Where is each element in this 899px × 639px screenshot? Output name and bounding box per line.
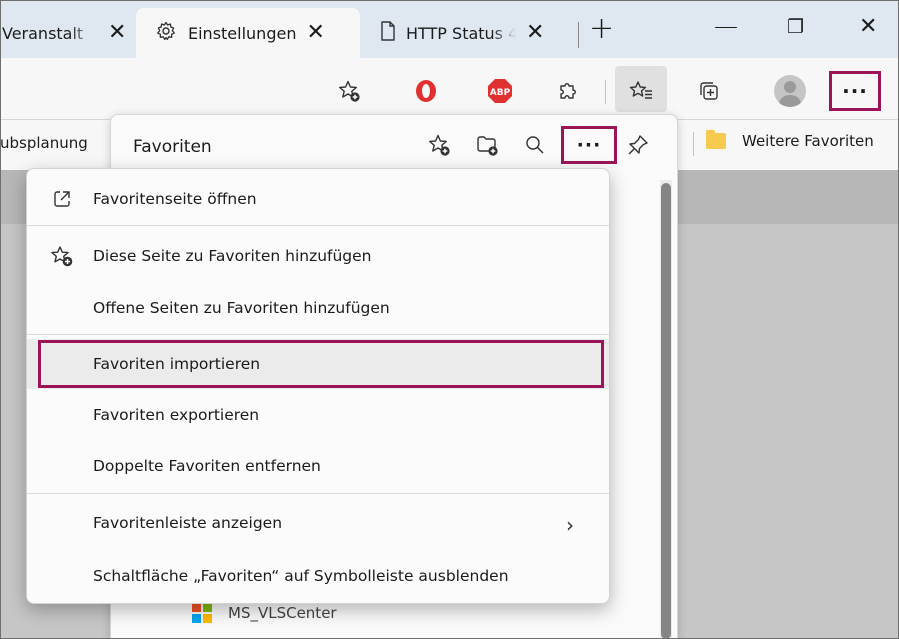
folder-icon: [706, 130, 726, 149]
menu-item-add-page[interactable]: Diese Seite zu Favoriten hinzufügen: [27, 231, 609, 281]
other-favorites-label: Weitere Favoriten: [742, 132, 874, 150]
new-tab-button[interactable]: +: [589, 14, 614, 44]
menu-item-show-favorites-bar[interactable]: Favoritenleiste anzeigen: [27, 498, 609, 548]
tab-einstellungen[interactable]: Einstellungen ✕: [136, 8, 360, 58]
pin-icon[interactable]: [623, 130, 653, 160]
toolbar-divider: [605, 80, 606, 104]
settings-more-button[interactable]: ···: [829, 71, 881, 111]
add-favorite-icon[interactable]: [424, 130, 454, 160]
opera-extension-icon[interactable]: [409, 74, 443, 108]
gear-icon: [156, 21, 176, 45]
minimize-button[interactable]: —: [714, 14, 738, 38]
chevron-right-icon: ›: [566, 513, 574, 537]
tab-label: HTTP Status 4: [406, 23, 516, 43]
page-header-strip-right: [670, 170, 899, 224]
tab-divider: [578, 22, 579, 48]
tab-close-icon[interactable]: ✕: [526, 22, 544, 44]
profile-avatar-icon[interactable]: [774, 75, 806, 107]
menu-item-label: Schaltfläche „Favoriten“ auf Symbolleist…: [93, 567, 509, 585]
tab-close-icon[interactable]: ✕: [306, 22, 324, 44]
microsoft-logo-icon: [192, 603, 212, 623]
menu-item-label: Diese Seite zu Favoriten hinzufügen: [93, 247, 372, 265]
tab-http-status[interactable]: HTTP Status 4 ✕: [370, 8, 570, 58]
menu-item-add-open-pages[interactable]: Offene Seiten zu Favoriten hinzufügen: [27, 283, 609, 333]
menu-item-label: Doppelte Favoriten entfernen: [93, 457, 321, 475]
add-favorite-icon: [47, 245, 77, 267]
tab-label: Veranstalt: [2, 23, 84, 43]
menu-item-label: Offene Seiten zu Favoriten hinzufügen: [93, 299, 390, 317]
favorites-panel-title: Favoriten: [133, 137, 212, 157]
menu-item-hide-favorites-button[interactable]: Schaltfläche „Favoriten“ auf Symbolleist…: [27, 551, 609, 601]
page-icon: [380, 21, 396, 45]
menu-divider: [27, 493, 609, 494]
window-close-button[interactable]: ✕: [859, 16, 877, 38]
favorite-item-label: MS_VLSCenter: [228, 604, 337, 622]
tab-close-icon[interactable]: ✕: [108, 22, 126, 44]
menu-item-label: Favoriten exportieren: [93, 406, 260, 424]
favorites-bar-item[interactable]: ubsplanung: [0, 134, 88, 152]
collections-icon[interactable]: [692, 74, 726, 108]
extensions-puzzle-icon[interactable]: [551, 74, 585, 108]
tab-label: Einstellungen: [188, 23, 297, 43]
svg-text:ABP: ABP: [490, 88, 511, 98]
restore-button[interactable]: ❐: [787, 18, 804, 37]
menu-item-label: Favoritenseite öffnen: [93, 190, 257, 208]
menu-item-label: Favoritenleiste anzeigen: [93, 514, 283, 532]
tab-veranstalt[interactable]: Veranstalt ✕: [0, 8, 138, 58]
add-folder-icon[interactable]: [472, 130, 502, 160]
search-icon[interactable]: [520, 130, 550, 160]
menu-item-open-favorites-page[interactable]: Favoritenseite öffnen: [27, 174, 609, 224]
adblock-plus-icon[interactable]: ABP: [483, 74, 517, 108]
favorites-list-icon[interactable]: [624, 74, 658, 108]
menu-divider: [27, 225, 609, 226]
favorite-item[interactable]: MS_VLSCenter: [192, 603, 337, 623]
panel-scrollbar-thumb[interactable]: [661, 183, 671, 639]
panel-more-button[interactable]: ···: [561, 126, 617, 164]
add-favorite-star-icon[interactable]: [332, 74, 366, 108]
menu-item-export-favorites[interactable]: Favoriten exportieren: [27, 390, 609, 440]
other-favorites-folder[interactable]: Weitere Favoriten: [706, 130, 874, 150]
menu-divider: [27, 334, 609, 335]
import-highlight: [38, 340, 604, 388]
address-toolbar: [0, 58, 899, 120]
menu-item-remove-duplicates[interactable]: Doppelte Favoriten entfernen: [27, 441, 609, 491]
open-external-icon: [47, 189, 77, 209]
favorites-bar-divider: [693, 132, 694, 156]
